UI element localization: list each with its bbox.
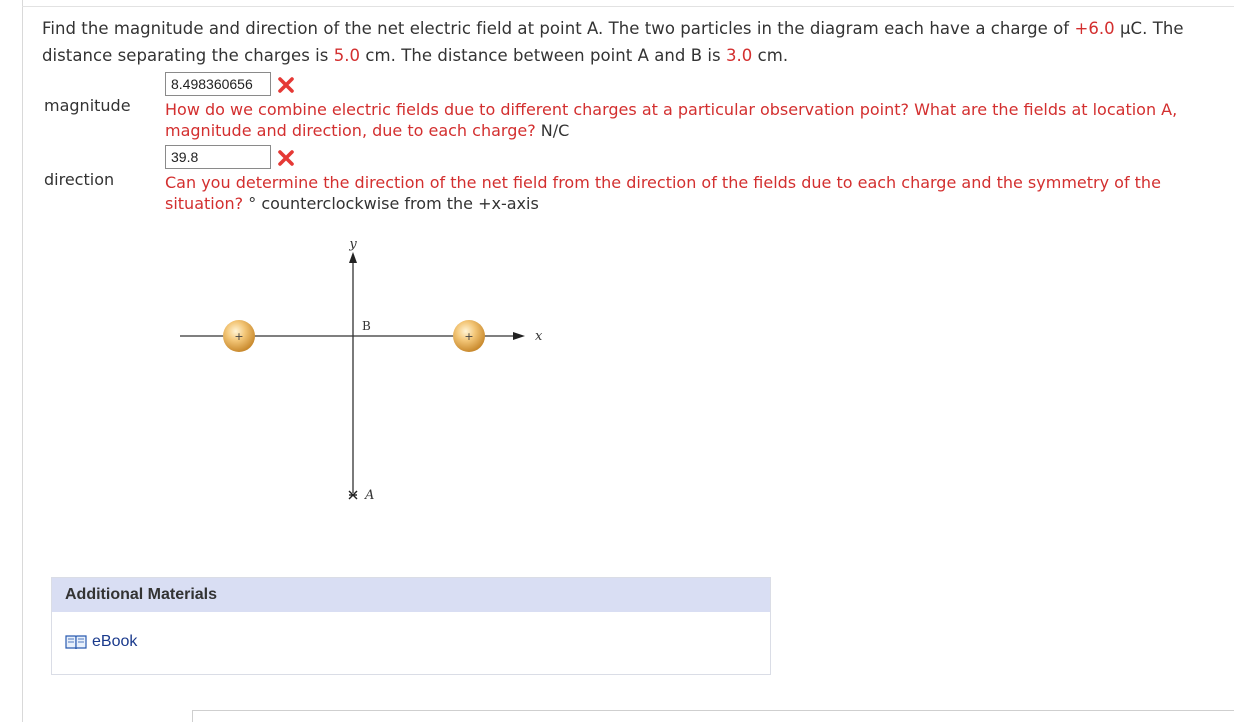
direction-input[interactable]: 39.8 [165, 145, 271, 169]
ebook-label[interactable]: eBook [92, 633, 137, 651]
x-axis-arrow [513, 332, 525, 340]
x-axis-label: x [535, 329, 543, 344]
direction-hint: Can you determine the direction of the n… [165, 173, 1161, 213]
left-divider [22, 0, 23, 722]
charge-value: +6.0 [1074, 19, 1115, 38]
magnitude-label: magnitude [44, 96, 131, 115]
direction-label: direction [44, 170, 115, 189]
point-b-label: B [362, 319, 371, 333]
bottom-divider [192, 710, 1234, 722]
top-divider [22, 6, 1234, 7]
incorrect-icon [278, 150, 294, 166]
separation-value: 5.0 [333, 46, 361, 65]
magnitude-hint: How do we combine electric fields due to… [165, 100, 1178, 140]
additional-materials-title: Additional Materials [52, 578, 770, 612]
y-axis-arrow [349, 252, 357, 263]
book-icon [65, 635, 87, 650]
magnitude-input[interactable]: 8.498360656 [165, 72, 271, 96]
ab-distance-value: 3.0 [725, 46, 753, 65]
right-charge-sign: + [464, 330, 473, 343]
y-axis-label: y [348, 237, 357, 252]
incorrect-icon [278, 77, 294, 93]
point-a-label: A [364, 488, 374, 503]
ebook-link[interactable]: eBook [65, 633, 137, 651]
left-charge-sign: + [234, 330, 243, 343]
question-text: Find the magnitude and direction of the … [42, 19, 1184, 65]
charge-diagram: y x B + + A [180, 237, 543, 503]
additional-materials-panel: Additional Materials eBook [51, 577, 771, 675]
